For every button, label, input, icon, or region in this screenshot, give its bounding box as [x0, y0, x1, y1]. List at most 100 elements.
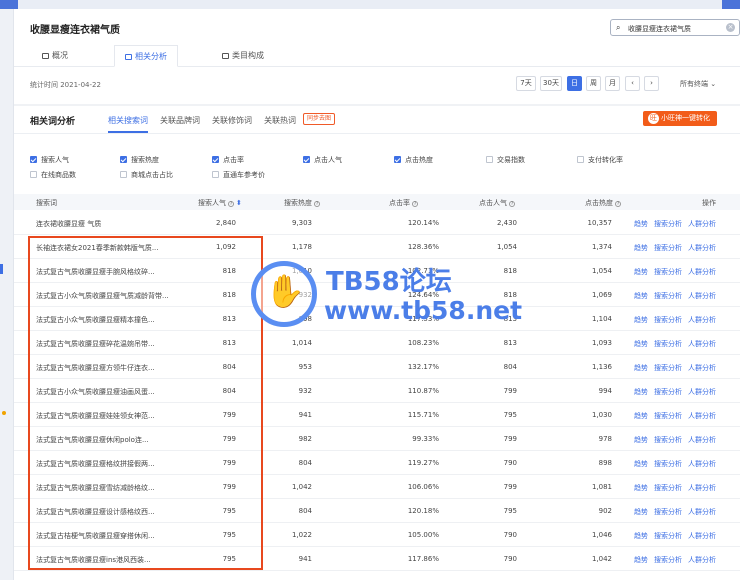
trend-link[interactable]: 趋势 [634, 316, 648, 324]
trend-link[interactable]: 趋势 [634, 244, 648, 252]
search-box[interactable]: ⌕ 收腰显瘦连衣裙气质 × [610, 19, 740, 36]
sort-icon[interactable]: ⬍ [236, 199, 242, 207]
metric-checkbox[interactable]: 在线商品数 [30, 170, 76, 180]
search-input[interactable]: 收腰显瘦连衣裙气质 [628, 24, 691, 34]
search-analysis-link[interactable]: 搜索分析 [654, 508, 682, 516]
value-cell: 10,357 [587, 219, 613, 227]
trend-link[interactable]: 趋势 [634, 220, 648, 228]
search-analysis-link[interactable]: 搜索分析 [654, 532, 682, 540]
col-ctr[interactable]: 点击率? [389, 198, 418, 208]
metric-checkbox[interactable]: 点击人气 [303, 155, 342, 165]
convert-button[interactable]: 旺 小旺神一键转化 [643, 111, 717, 126]
search-analysis-link[interactable]: 搜索分析 [654, 268, 682, 276]
keyword-cell[interactable]: 法式复古气质收腰显瘦碎花温婉吊带... [36, 339, 155, 349]
metric-checkbox[interactable]: 搜索人气 [30, 155, 69, 165]
keyword-cell[interactable]: 法式复古气质收腰显瘦格纹拼接假两... [36, 459, 155, 469]
crowd-analysis-link[interactable]: 人群分析 [688, 460, 716, 468]
range-day-button[interactable]: 日 [567, 76, 582, 91]
trend-link[interactable]: 趋势 [634, 532, 648, 540]
crowd-analysis-link[interactable]: 人群分析 [688, 268, 716, 276]
search-analysis-link[interactable]: 搜索分析 [654, 316, 682, 324]
range-week-button[interactable]: 周 [586, 76, 601, 91]
keyword-cell[interactable]: 法式复古气质收腰显瘦休闲polo连... [36, 435, 149, 445]
metric-checkbox[interactable]: 点击率 [212, 155, 244, 165]
search-analysis-link[interactable]: 搜索分析 [654, 340, 682, 348]
trend-link[interactable]: 趋势 [634, 412, 648, 420]
row-actions: 趋势 搜索分析 人群分析 [634, 219, 722, 229]
keyword-cell[interactable]: 法式复古气质收腰显瘦方领牛仔连衣... [36, 363, 155, 373]
search-analysis-link[interactable]: 搜索分析 [654, 484, 682, 492]
terminal-select[interactable]: 所有终端 ⌄ [680, 79, 716, 89]
search-analysis-link[interactable]: 搜索分析 [654, 460, 682, 468]
col-click-popularity[interactable]: 点击人气? [479, 198, 515, 208]
metric-checkbox[interactable]: 交易指数 [486, 155, 525, 165]
keyword-cell[interactable]: 法式复古小众气质收腰显瘦精本撞色... [36, 315, 155, 325]
tab-modifier-words[interactable]: 关联修饰词 [212, 115, 252, 126]
keyword-cell[interactable]: 长袖连衣裙女2021春季新款韩版气质... [36, 243, 159, 253]
trend-link[interactable]: 趋势 [634, 508, 648, 516]
metric-checkbox[interactable]: 商城点击占比 [120, 170, 173, 180]
range-30d-button[interactable]: 30天 [540, 76, 562, 91]
keyword-cell[interactable]: 法式复古小众气质收腰显瘦气质减龄背带... [36, 291, 169, 301]
trend-link[interactable]: 趋势 [634, 460, 648, 468]
tab-related-search[interactable]: 相关搜索词 [108, 115, 148, 133]
tab-brand-words[interactable]: 关联品牌词 [160, 115, 200, 126]
crowd-analysis-link[interactable]: 人群分析 [688, 484, 716, 492]
metric-checkbox[interactable]: 直通车参考价 [212, 170, 265, 180]
trend-link[interactable]: 趋势 [634, 340, 648, 348]
tab-related-analysis[interactable]: 相关分析 [114, 45, 178, 67]
trend-link[interactable]: 趋势 [634, 388, 648, 396]
metric-checkbox[interactable]: 支付转化率 [577, 155, 623, 165]
keyword-cell[interactable]: 连衣裙收腰显瘦 气质 [36, 219, 101, 229]
crowd-analysis-link[interactable]: 人群分析 [688, 364, 716, 372]
crowd-analysis-link[interactable]: 人群分析 [688, 508, 716, 516]
range-7d-button[interactable]: 7天 [516, 76, 536, 91]
col-search-popularity[interactable]: 搜索人气? ⬍ [198, 198, 242, 208]
crowd-analysis-link[interactable]: 人群分析 [688, 244, 716, 252]
crowd-analysis-link[interactable]: 人群分析 [688, 388, 716, 396]
trend-link[interactable]: 趋势 [634, 364, 648, 372]
trend-link[interactable]: 趋势 [634, 484, 648, 492]
trend-link[interactable]: 趋势 [634, 268, 648, 276]
trend-link[interactable]: 趋势 [634, 292, 648, 300]
tab-hot-words[interactable]: 关联热词 [264, 115, 296, 126]
crowd-analysis-link[interactable]: 人群分析 [688, 436, 716, 444]
value-cell: 1,054 [591, 267, 612, 275]
metric-checkbox[interactable]: 搜索热度 [120, 155, 159, 165]
search-analysis-link[interactable]: 搜索分析 [654, 364, 682, 372]
search-analysis-link[interactable]: 搜索分析 [654, 388, 682, 396]
crowd-analysis-link[interactable]: 人群分析 [688, 220, 716, 228]
keyword-cell[interactable]: 法式复古气质收腰显瘦娃娃领女神范... [36, 411, 155, 421]
col-click-heat[interactable]: 点击热度? [585, 198, 621, 208]
crowd-analysis-link[interactable]: 人群分析 [688, 316, 716, 324]
search-analysis-link[interactable]: 搜索分析 [654, 220, 682, 228]
search-analysis-link[interactable]: 搜索分析 [654, 436, 682, 444]
search-analysis-link[interactable]: 搜索分析 [654, 244, 682, 252]
keyword-cell[interactable]: 法式复古小众气质收腰显瘦油画风蛋... [36, 387, 155, 397]
search-analysis-link[interactable]: 搜索分析 [654, 292, 682, 300]
value-cell: 813 [503, 339, 517, 347]
crowd-analysis-link[interactable]: 人群分析 [688, 532, 716, 540]
prev-button[interactable]: ‹ [625, 76, 640, 91]
keyword-cell[interactable]: 法式复古桔梗气质收腰显瘦穿搭休闲... [36, 531, 155, 541]
keyword-cell[interactable]: 法式复古气质收腰显瘦手腕风格纹碎... [36, 267, 155, 277]
search-analysis-link[interactable]: 搜索分析 [654, 556, 682, 564]
range-month-button[interactable]: 月 [605, 76, 620, 91]
col-search-heat[interactable]: 搜索热度? [284, 198, 320, 208]
metric-checkbox[interactable]: 点击热度 [394, 155, 433, 165]
search-analysis-link[interactable]: 搜索分析 [654, 412, 682, 420]
tab-category[interactable]: 类目构成 [222, 48, 264, 70]
keyword-cell[interactable]: 法式复古气质收腰显瘦设计感格纹西... [36, 507, 155, 517]
keyword-cell[interactable]: 法式复古气质收腰显瘦ins港风西装... [36, 555, 151, 565]
crowd-analysis-link[interactable]: 人群分析 [688, 412, 716, 420]
keyword-cell[interactable]: 法式复古气质收腰显瘦雪纺减龄格纹... [36, 483, 155, 493]
trend-link[interactable]: 趋势 [634, 556, 648, 564]
new-badge[interactable]: 同步去图 [303, 113, 336, 125]
clear-icon[interactable]: × [726, 23, 735, 32]
tab-overview[interactable]: 概况 [42, 48, 68, 70]
crowd-analysis-link[interactable]: 人群分析 [688, 292, 716, 300]
crowd-analysis-link[interactable]: 人群分析 [688, 340, 716, 348]
trend-link[interactable]: 趋势 [634, 436, 648, 444]
crowd-analysis-link[interactable]: 人群分析 [688, 556, 716, 564]
next-button[interactable]: › [644, 76, 659, 91]
